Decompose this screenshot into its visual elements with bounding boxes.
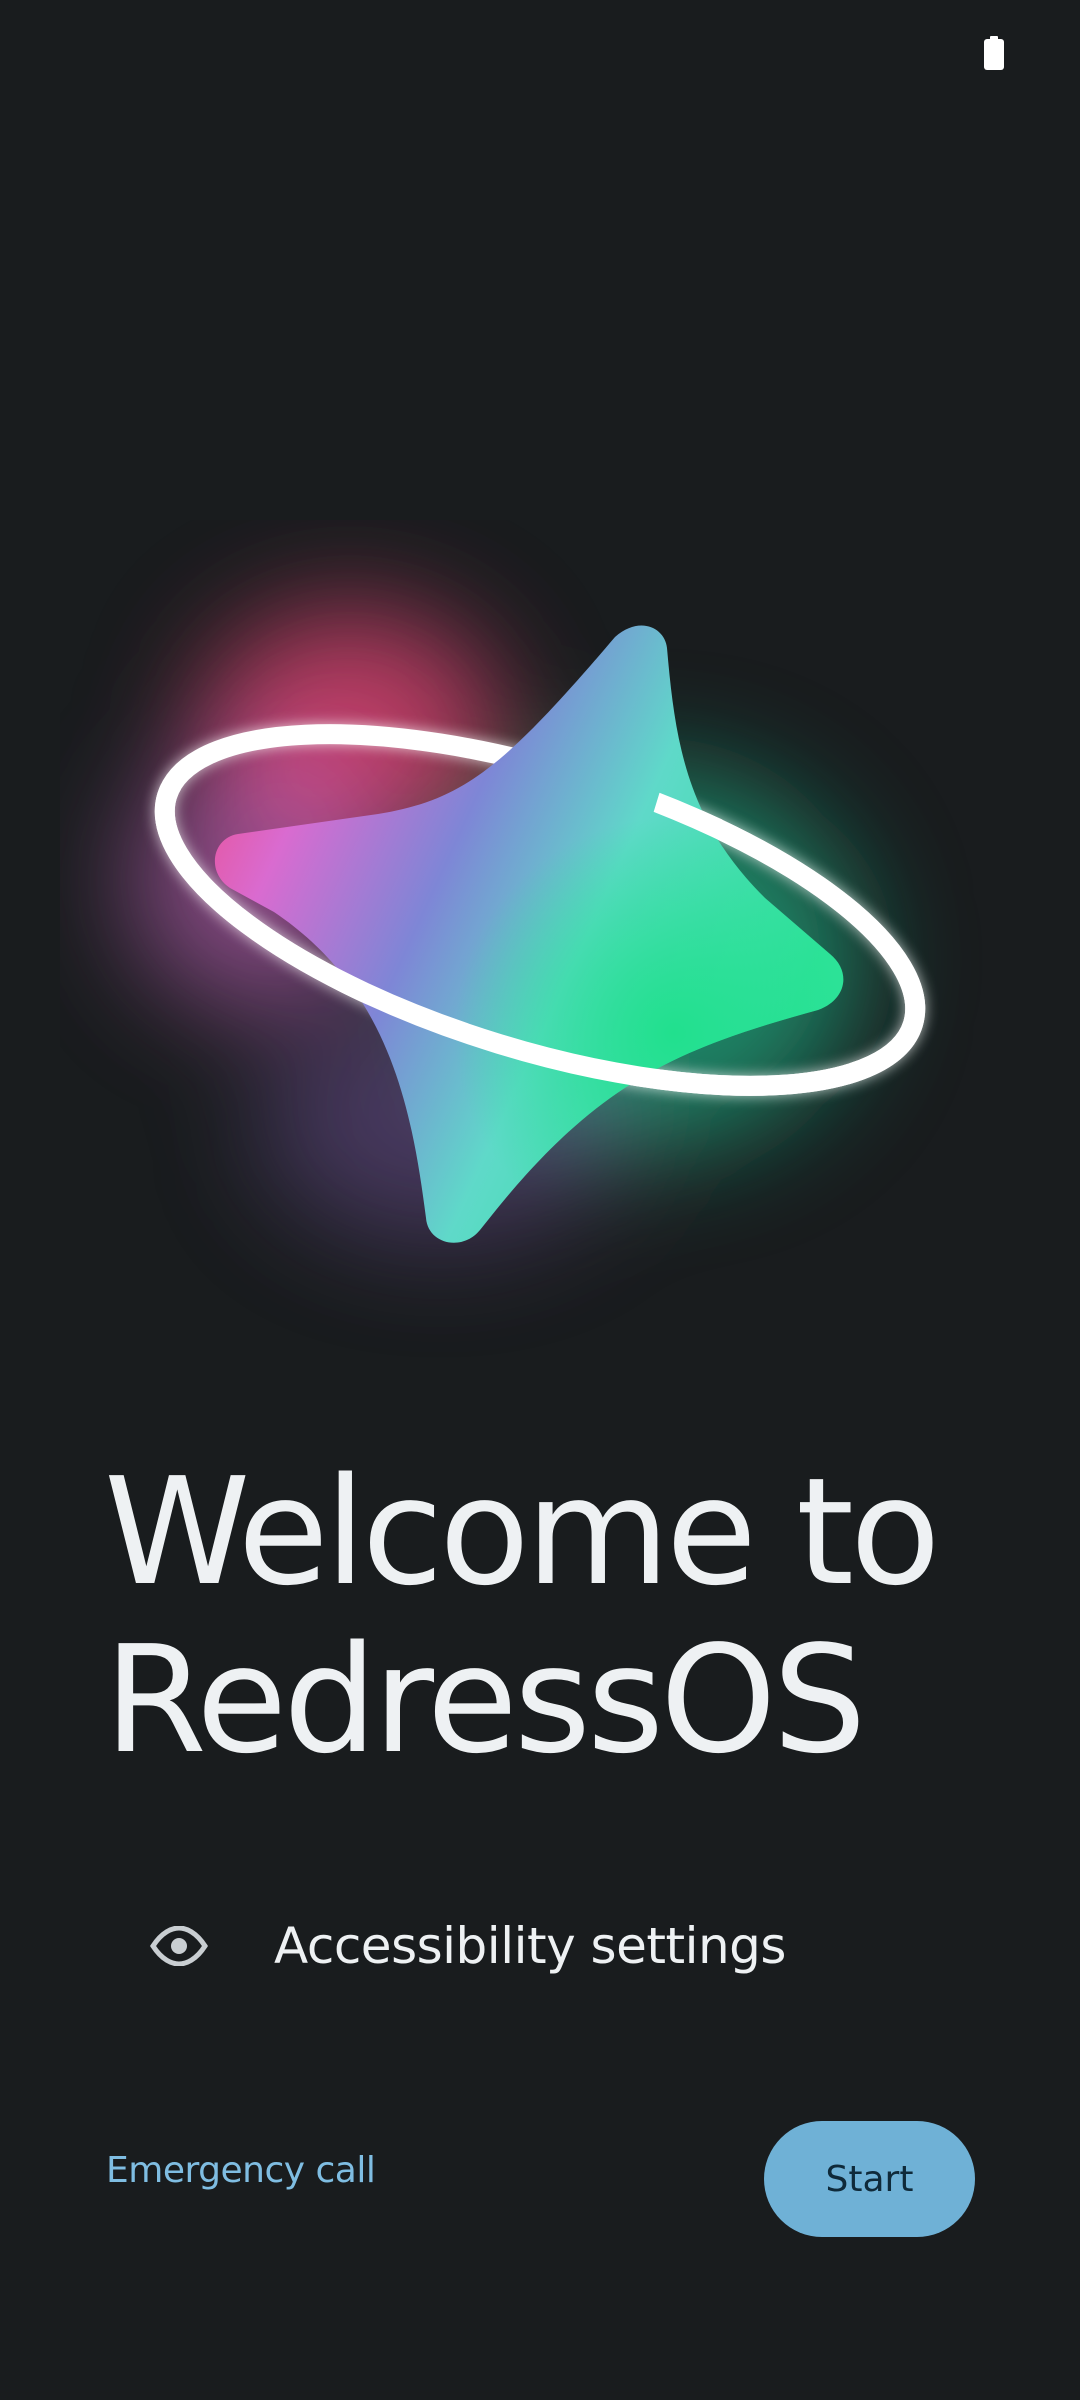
battery-full-icon <box>984 36 1004 70</box>
setup-wizard-screen: Welcome to RedressOS Accessibility setti… <box>0 0 1080 2400</box>
start-button[interactable]: Start <box>764 2121 975 2237</box>
welcome-title: Welcome to RedressOS <box>104 1448 1004 1784</box>
accessibility-settings-button[interactable]: Accessibility settings <box>130 1890 950 2002</box>
emergency-call-link[interactable]: Emergency call <box>106 2150 376 2191</box>
accessibility-settings-label: Accessibility settings <box>274 1917 786 1975</box>
welcome-illustration <box>130 610 926 1243</box>
welcome-title-line-2: RedressOS <box>104 1614 867 1786</box>
status-bar <box>0 0 1080 110</box>
eye-icon <box>150 1926 208 1966</box>
welcome-title-line-1: Welcome to <box>104 1446 941 1618</box>
